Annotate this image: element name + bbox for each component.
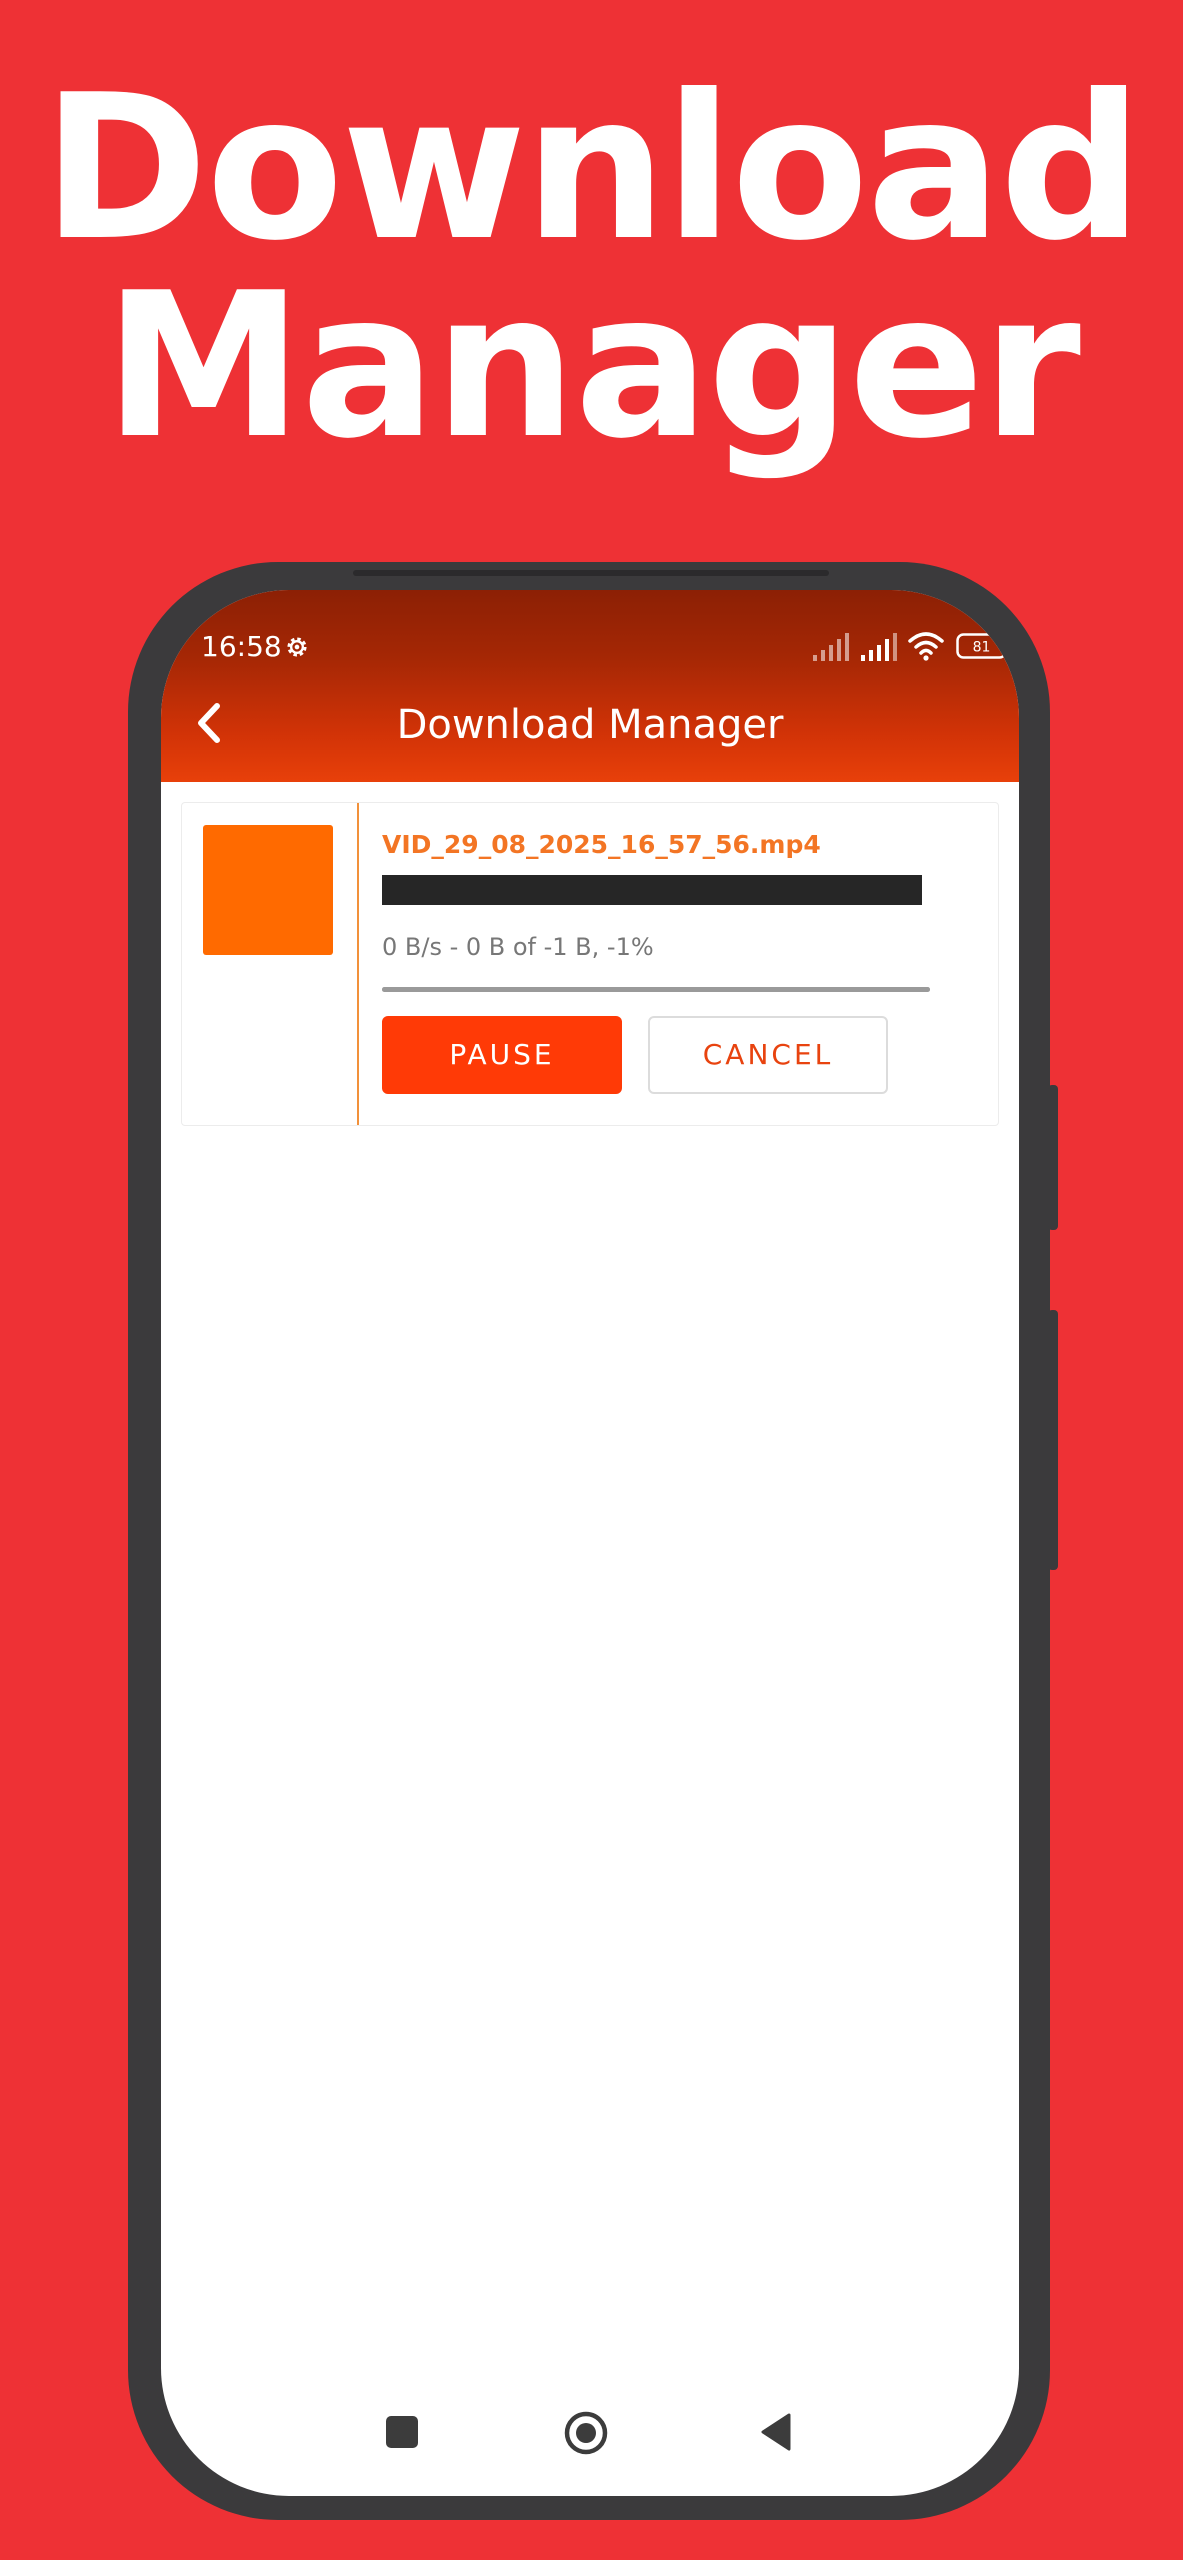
wifi-icon [908,632,944,661]
redacted-bar [382,875,922,905]
battery-level: 81 [973,640,991,656]
headline-line-2: Manager [104,250,1081,483]
headline-line-1: Download [42,52,1143,285]
phone-power-button [1048,1310,1058,1570]
headline: Download Manager [0,52,1183,483]
recents-square-icon[interactable] [386,2416,418,2448]
page-title: Download Manager [396,702,784,748]
battery-icon: 81 [956,633,1011,659]
phone-volume-button [1048,1085,1058,1230]
phone-screen: 16:58 81 Download Manager VID_29_08_2025… [161,590,1019,2496]
system-nav-bar [161,2402,1019,2462]
download-item-card: VID_29_08_2025_16_57_56.mp4 0 B/s - 0 B … [181,802,999,1126]
file-thumbnail [203,825,333,955]
signal-icon [813,633,849,661]
download-progress-bar [382,987,930,992]
status-bar: 16:58 81 [201,627,1011,667]
home-circle-icon[interactable] [563,2410,609,2456]
card-divider [357,803,359,1125]
back-triangle-icon[interactable] [759,2412,793,2452]
phone-speaker [353,570,829,576]
settings-gear-icon [287,637,307,657]
app-bar: 16:58 81 Download Manager [161,590,1019,782]
signal-icon [861,633,897,661]
status-time: 16:58 [201,630,282,663]
download-filename: VID_29_08_2025_16_57_56.mp4 [382,830,821,859]
cancel-button[interactable]: CANCEL [648,1016,888,1094]
download-progress-fill [382,987,930,992]
download-progress-text: 0 B/s - 0 B of -1 B, -1% [382,933,654,961]
pause-button[interactable]: PAUSE [382,1016,622,1094]
